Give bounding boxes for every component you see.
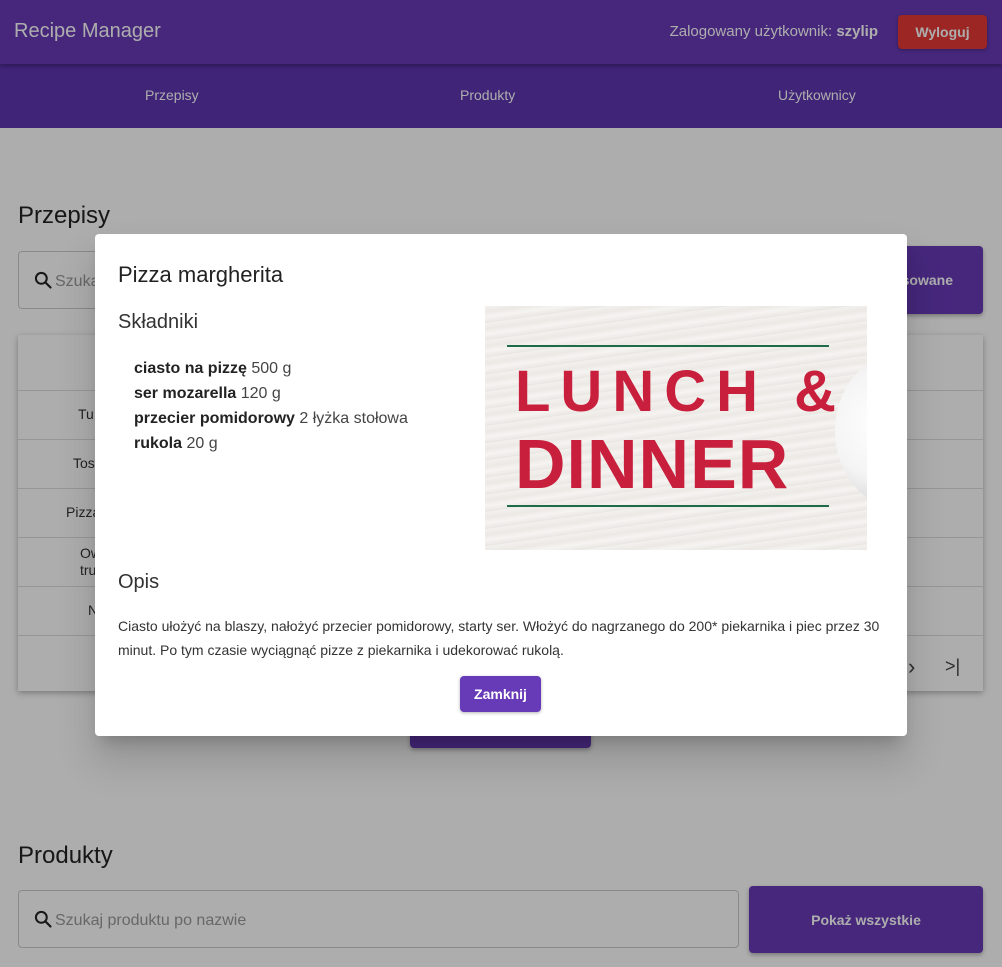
ingredient-amount: 20 g bbox=[186, 435, 218, 452]
image-top-rule bbox=[507, 345, 829, 347]
ingredient-amount: 500 g bbox=[251, 360, 292, 377]
ingredient-name: rukola bbox=[134, 435, 183, 452]
list-item: ciasto na pizzę 500 g bbox=[134, 356, 408, 381]
image-text-lunch: LUNCH & bbox=[515, 359, 846, 424]
ingredient-amount: 2 łyżka stołowa bbox=[299, 410, 408, 427]
recipe-title: Pizza margherita bbox=[118, 262, 284, 287]
close-button[interactable]: Zamknij bbox=[460, 676, 541, 712]
recipe-details-dialog: Pizza margherita Składniki ciasto na piz… bbox=[95, 234, 907, 736]
list-item: przecier pomidorowy 2 łyżka stołowa bbox=[134, 406, 408, 431]
ingredient-amount: 120 g bbox=[240, 385, 281, 402]
recipe-image: LUNCH & DINNER bbox=[485, 306, 867, 550]
recipe-description: Ciasto ułożyć na blaszy, nałożyć przecie… bbox=[118, 618, 880, 658]
ingredient-name: ser mozarella bbox=[134, 385, 237, 402]
image-bottom-rule bbox=[507, 505, 829, 507]
description-heading: Opis bbox=[118, 571, 160, 593]
ingredient-name: ciasto na pizzę bbox=[134, 360, 247, 377]
ingredients-heading: Składniki bbox=[118, 311, 199, 333]
list-item: ser mozarella 120 g bbox=[134, 381, 408, 406]
list-item: rukola 20 g bbox=[134, 431, 408, 456]
image-text-dinner: DINNER bbox=[515, 425, 790, 503]
ingredients-list: ciasto na pizzę 500 g ser mozarella 120 … bbox=[134, 356, 408, 456]
ingredient-name: przecier pomidorowy bbox=[134, 410, 295, 427]
